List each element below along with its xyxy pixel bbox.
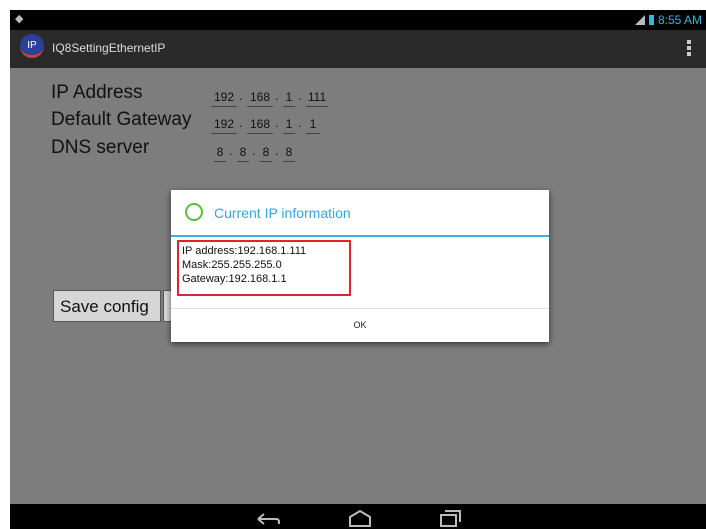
gateway-line: Gateway:192.168.1.1 xyxy=(182,273,287,285)
ip-address-label: IP Address xyxy=(51,82,143,103)
notification-icon: ◆ xyxy=(15,13,24,25)
dns-dot: . xyxy=(252,144,256,158)
dialog-title: Current IP information xyxy=(214,205,351,221)
ip-info-highlight-box: IP address:192.168.1.111 Mask:255.255.25… xyxy=(177,240,351,296)
dialog-divider xyxy=(171,235,549,237)
current-ip-dialog: Current IP information IP address:192.16… xyxy=(171,190,549,342)
gateway-dot: . xyxy=(275,116,279,130)
app-icon[interactable]: IP xyxy=(20,34,44,58)
ip-address-line: IP address:192.168.1.111 xyxy=(182,245,307,257)
gateway-dot: . xyxy=(239,116,243,130)
overflow-menu-icon[interactable] xyxy=(687,40,691,56)
dns-octet-4[interactable]: 8 xyxy=(283,143,295,162)
gateway-octet-4[interactable]: 1 xyxy=(306,115,320,134)
gateway-octet-3[interactable]: 1 xyxy=(283,115,295,134)
dns-octet-1[interactable]: 8 xyxy=(214,143,226,162)
ip-octet-1[interactable]: 192 xyxy=(211,88,237,107)
dns-dot: . xyxy=(275,144,279,158)
ip-octet-2[interactable]: 168 xyxy=(247,88,273,107)
battery-icon xyxy=(648,15,654,25)
dns-octet-3[interactable]: 8 xyxy=(260,143,272,162)
status-indicators: 8:55 AM xyxy=(634,13,702,27)
ok-button[interactable]: OK xyxy=(171,309,549,342)
clock: 8:55 AM xyxy=(657,13,702,27)
gateway-octet-2[interactable]: 168 xyxy=(247,115,273,134)
dns-dot: . xyxy=(229,144,233,158)
gateway-dot: . xyxy=(298,116,302,130)
app-title: IQ8SettingEthernetIP xyxy=(52,41,166,55)
tablet-screen: ◆ 8:55 AM IP IQ8SettingEthernetIP IP Add… xyxy=(10,10,706,529)
home-icon[interactable] xyxy=(348,509,372,527)
ip-dot: . xyxy=(275,89,279,103)
back-icon[interactable] xyxy=(256,512,280,526)
dns-server-label: DNS server xyxy=(51,137,150,158)
action-bar: IP IQ8SettingEthernetIP xyxy=(10,30,706,68)
dns-octet-2[interactable]: 8 xyxy=(237,143,249,162)
ip-dot: . xyxy=(298,89,302,103)
ip-dot: . xyxy=(239,89,243,103)
gateway-octet-1[interactable]: 192 xyxy=(211,115,237,134)
circle-icon xyxy=(185,203,203,221)
mask-line: Mask:255.255.255.0 xyxy=(182,259,282,271)
recent-apps-icon[interactable] xyxy=(438,509,462,527)
navigation-bar xyxy=(10,504,706,529)
default-gateway-label: Default Gateway xyxy=(51,109,192,130)
save-config-button[interactable]: Save config xyxy=(53,290,161,322)
ip-octet-4[interactable]: 111 xyxy=(306,88,328,107)
ip-octet-3[interactable]: 1 xyxy=(283,88,295,107)
status-bar: ◆ 8:55 AM xyxy=(10,10,706,30)
signal-icon xyxy=(634,15,645,25)
